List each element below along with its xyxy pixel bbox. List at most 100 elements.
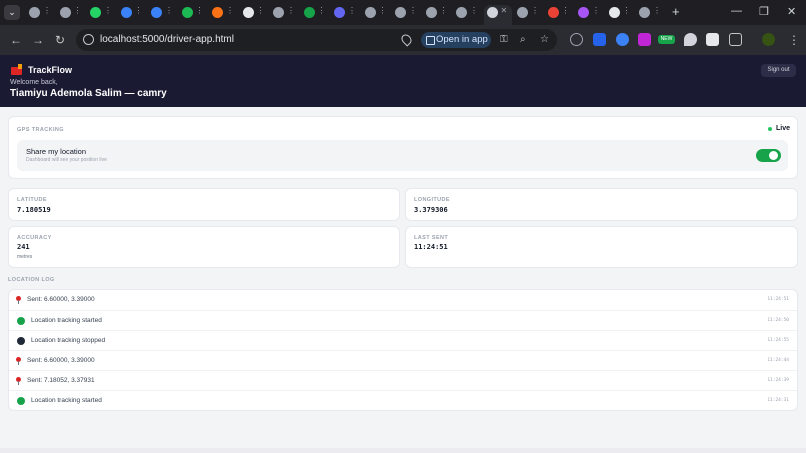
log-entry: Location tracking started 11:24:31 — [9, 390, 797, 410]
share-location-row — [17, 140, 788, 171]
tab-separator-icon: ⋮ — [226, 6, 234, 15]
tab-separator-icon: ⋮ — [287, 6, 295, 15]
latitude-label: LATITUDE — [17, 197, 47, 203]
log-entry: Sent: 6.60000, 3.39000 11:24:44 — [9, 350, 797, 370]
share-location-subtitle: Dashboard will see your position live — [26, 157, 107, 163]
log-entry: Location tracking started 11:24:50 — [9, 310, 797, 330]
browser-tab[interactable]: ⋮ — [423, 5, 451, 21]
browser-tab[interactable]: ⋮ — [636, 5, 664, 21]
browser-tab[interactable]: ⋮ — [87, 5, 115, 21]
camera-icon[interactable] — [706, 33, 719, 46]
tab-favicon-icon — [334, 7, 345, 18]
new-badge[interactable]: NEW — [658, 35, 675, 44]
live-status-dot — [768, 127, 772, 131]
browser-tab[interactable]: ⋮ — [606, 5, 634, 21]
close-window-icon[interactable]: ✕ — [787, 5, 796, 18]
extensions-puzzle-icon[interactable] — [729, 33, 742, 46]
browser-tab-active[interactable]: ✕ — [483, 5, 512, 25]
log-entry: Location tracking stopped 11:24:55 — [9, 330, 797, 350]
page-footer-strip — [0, 448, 806, 453]
back-icon[interactable]: ← — [10, 33, 22, 47]
restore-icon[interactable]: ❐ — [759, 5, 769, 18]
tab-search-icon[interactable]: ⌄ — [4, 5, 20, 20]
tab-favicon-icon — [639, 7, 650, 18]
location-log-title: LOCATION LOG — [8, 277, 55, 283]
address-bar[interactable]: localhost:5000/driver-app.html Open in a… — [76, 29, 557, 51]
close-tab-icon[interactable]: ✕ — [501, 6, 508, 15]
browser-tab[interactable]: ⋮ — [148, 5, 176, 21]
forward-icon[interactable]: → — [32, 33, 44, 47]
status-green-icon — [17, 397, 25, 405]
browser-tab[interactable]: ⋮ — [545, 5, 573, 21]
tab-favicon-icon — [486, 7, 498, 18]
accuracy-unit: metres — [17, 254, 33, 260]
pin-icon — [16, 377, 21, 385]
extension-icon[interactable] — [616, 33, 629, 46]
tab-separator-icon: ⋮ — [653, 6, 661, 15]
log-entry-time: 11:24:50 — [767, 318, 789, 323]
longitude-value: 3.379306 — [414, 206, 448, 214]
last-sent-label: LAST SENT — [414, 235, 449, 241]
sign-out-button[interactable]: Sign out — [761, 64, 796, 77]
extension-icon[interactable] — [684, 33, 697, 46]
tab-favicon-icon — [59, 7, 71, 18]
latitude-card — [8, 188, 400, 221]
browser-tab[interactable]: ⋮ — [575, 5, 603, 21]
browser-tab[interactable]: ⋮ — [392, 5, 420, 21]
browser-tab[interactable]: ⋮ — [331, 5, 359, 21]
log-entry: Sent: 6.60000, 3.39000 11:24:51 — [9, 290, 797, 310]
tab-favicon-icon — [517, 7, 528, 18]
extension-icon[interactable] — [593, 33, 606, 46]
password-key-icon[interactable]: ⚿ — [500, 34, 508, 45]
extension-icon[interactable] — [570, 33, 583, 46]
bookmark-star-icon[interactable]: ☆ — [540, 34, 549, 45]
browser-tab[interactable]: ⋮ — [514, 5, 542, 21]
log-entry-text: Location tracking started — [31, 397, 102, 404]
log-entry-text: Sent: 7.18052, 3.37931 — [27, 377, 95, 384]
tab-separator-icon: ⋮ — [134, 6, 143, 15]
new-tab-button[interactable]: + — [672, 5, 680, 19]
browser-tab[interactable]: ⋮ — [57, 5, 85, 21]
minimize-icon[interactable]: — — [731, 5, 742, 17]
status-dark-icon — [17, 337, 25, 345]
open-in-app-button[interactable]: Open in app — [421, 32, 491, 48]
download-extension-icon[interactable] — [638, 33, 651, 46]
tab-separator-icon: ⋮ — [348, 6, 356, 15]
tab-separator-icon: ⋮ — [256, 6, 265, 15]
last-sent-card — [405, 226, 798, 268]
browser-tab[interactable]: ⋮ — [270, 5, 298, 21]
browser-tab[interactable]: ⋮ — [179, 5, 207, 21]
browser-tab[interactable]: ⋮ — [301, 5, 329, 21]
tab-favicon-icon — [90, 7, 101, 18]
browser-tab[interactable]: ⋮ — [118, 5, 146, 21]
tab-favicon-icon — [608, 7, 620, 18]
log-entry-text: Sent: 6.60000, 3.39000 — [27, 357, 95, 364]
url-text[interactable]: localhost:5000/driver-app.html — [100, 34, 234, 45]
tab-favicon-icon — [395, 7, 406, 18]
browser-tab[interactable]: ⋮ — [362, 5, 390, 21]
tab-separator-icon: ⋮ — [317, 6, 326, 15]
accuracy-value: 241 — [17, 243, 30, 251]
log-entry-text: Location tracking started — [31, 317, 102, 324]
pin-icon — [16, 296, 21, 304]
tab-separator-icon: ⋮ — [470, 6, 478, 15]
tab-favicon-icon — [578, 7, 589, 18]
reload-icon[interactable]: ↻ — [55, 33, 65, 47]
zoom-icon[interactable]: ⌕ — [520, 34, 526, 45]
browser-tab[interactable]: ⋮ — [240, 5, 268, 21]
log-entry-text: Location tracking stopped — [31, 337, 106, 344]
latitude-value: 7.180519 — [17, 206, 51, 214]
location-permission-icon[interactable] — [399, 32, 414, 47]
tab-separator-icon: ⋮ — [43, 6, 51, 15]
log-entry-text: Sent: 6.60000, 3.39000 — [27, 296, 95, 303]
browser-menu-icon[interactable]: ⋮ — [788, 33, 800, 47]
log-entry-time: 11:24:51 — [767, 297, 789, 302]
tab-separator-icon: ⋮ — [165, 6, 173, 15]
tab-favicon-icon — [242, 7, 254, 18]
browser-tab[interactable]: ⋮ — [209, 5, 237, 21]
browser-tab[interactable]: ⋮ — [26, 5, 54, 21]
site-info-icon[interactable] — [83, 34, 94, 45]
avatar[interactable] — [762, 33, 775, 46]
browser-tab[interactable]: ⋮ — [453, 5, 481, 21]
log-entry-time: 11:24:31 — [767, 398, 789, 403]
